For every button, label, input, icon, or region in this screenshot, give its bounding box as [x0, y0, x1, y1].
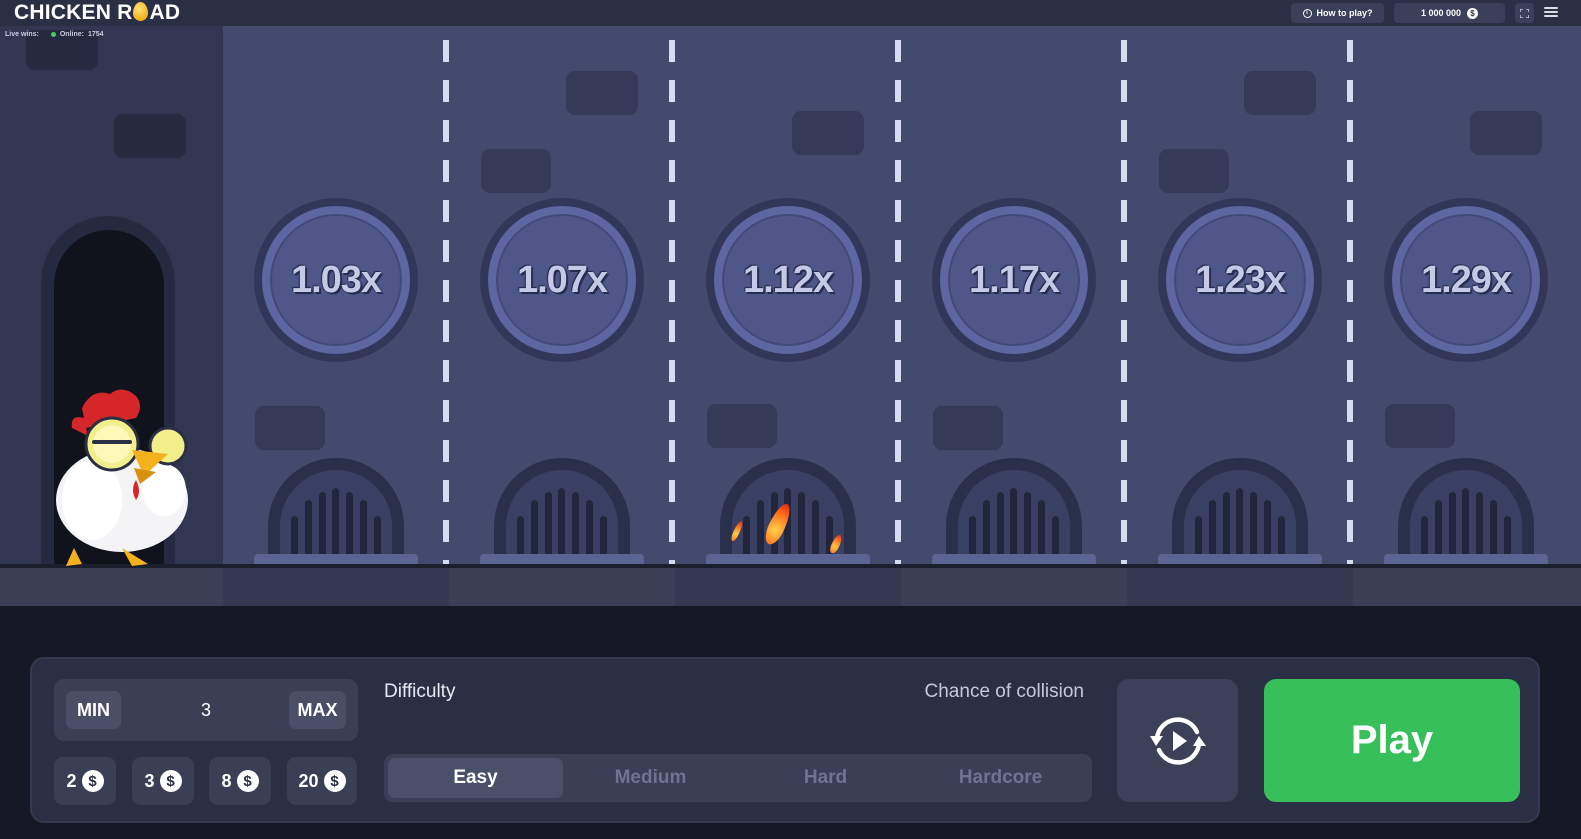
multiplier-ring: 1.29x [1392, 206, 1540, 354]
difficulty-selector: Easy Medium Hard Hardcore [384, 754, 1092, 802]
info-icon: i [1302, 8, 1312, 18]
how-to-play-button[interactable]: i How to play? [1291, 3, 1384, 23]
hamburger-menu-icon[interactable] [1544, 5, 1558, 19]
lane-divider [1121, 40, 1127, 564]
wall-brick [114, 114, 186, 158]
online-status-dot [50, 32, 56, 37]
difficulty-label: Difficulty [384, 681, 456, 702]
logo-text-right: AD [149, 1, 181, 24]
how-to-play-label: How to play? [1316, 8, 1373, 18]
multiplier-value: 1.07x [516, 258, 608, 301]
wall-brick [481, 149, 551, 193]
difficulty-tab-hard[interactable]: Hard [738, 758, 913, 798]
road-segment [675, 568, 901, 606]
chance-of-collision-label: Chance of collision [924, 681, 1084, 702]
difficulty-tab-easy[interactable]: Easy [388, 758, 563, 798]
play-button[interactable]: Play [1264, 679, 1520, 802]
wall-brick [1385, 404, 1455, 448]
logo-egg-icon [133, 2, 149, 21]
control-panel: MIN MAX 2 $ 3 $ 8 $ 20 $ Difficulty Chan… [30, 657, 1540, 823]
multiplier-ring: 1.23x [1166, 206, 1314, 354]
autoplay-button[interactable] [1117, 679, 1238, 802]
wall-brick [1244, 71, 1316, 115]
road [0, 564, 1581, 606]
multiplier-ring: 1.03x [262, 206, 410, 354]
lane-multiplier-3: 1.12x [706, 198, 870, 362]
quick-bet-3-button[interactable]: 3 $ [132, 757, 194, 805]
dollar-coin-icon: $ [236, 770, 259, 792]
difficulty-tab-hardcore[interactable]: Hardcore [913, 758, 1088, 798]
wall-brick [255, 406, 325, 450]
road-segment [223, 568, 449, 606]
multiplier-value: 1.12x [742, 258, 834, 301]
multiplier-value: 1.17x [968, 258, 1060, 301]
wall-brick [933, 406, 1003, 450]
min-bet-button[interactable]: MIN [66, 691, 121, 729]
quick-bet-2-button[interactable]: 2 $ [54, 757, 116, 805]
lane-multiplier-4: 1.17x [932, 198, 1096, 362]
wall-brick [1470, 111, 1542, 155]
lane-multiplier-6: 1.29x [1384, 198, 1548, 362]
quick-bet-amount: 3 [144, 770, 155, 791]
logo-text-left: CHICKEN R [14, 1, 133, 24]
game-logo: CHICKEN R AD [14, 1, 180, 25]
sewer-grate-4 [932, 458, 1096, 564]
lane-multiplier-5: 1.23x [1158, 198, 1322, 362]
lane-divider [1347, 40, 1353, 564]
lane-divider [443, 40, 449, 564]
balance-value: 1 000 000 [1420, 8, 1462, 18]
road-segment [1127, 568, 1353, 606]
chicken-character-icon [56, 389, 188, 566]
online-label: Online: [59, 31, 84, 38]
sewer-grate-6 [1384, 458, 1548, 564]
fullscreen-button[interactable] [1515, 3, 1534, 23]
quick-bet-amount: 2 [66, 770, 77, 791]
wall-brick [792, 111, 864, 155]
fullscreen-icon [1520, 8, 1529, 18]
wall-brick [707, 404, 777, 448]
live-wins-label: Live wins: [5, 31, 39, 38]
online-count: 1754 [87, 31, 104, 38]
lane-divider [669, 40, 675, 564]
quick-bet-amount: 8 [221, 770, 232, 791]
bet-amount-input[interactable] [184, 691, 228, 729]
multiplier-ring: 1.12x [714, 206, 862, 354]
live-stats-bar: Live wins: Online: 1754 [5, 31, 104, 38]
dollar-coin-icon: $ [323, 770, 346, 792]
multiplier-value: 1.23x [1194, 258, 1286, 301]
autoplay-refresh-icon [1149, 716, 1206, 765]
dollar-coin-icon: $ [81, 770, 104, 792]
max-bet-button[interactable]: MAX [289, 691, 346, 729]
quick-bet-8-button[interactable]: 8 $ [209, 757, 271, 805]
top-bar: CHICKEN R AD i How to play? 1 000 000 $ [0, 0, 1581, 26]
bet-amount-box: MIN MAX [54, 679, 358, 741]
quick-bet-amount: 20 [298, 770, 319, 791]
lane-divider [895, 40, 901, 564]
multiplier-value: 1.03x [290, 258, 382, 301]
balance-display: 1 000 000 $ [1394, 3, 1505, 23]
multiplier-value: 1.29x [1420, 258, 1512, 301]
sewer-grate-3 [706, 458, 870, 564]
dollar-coin-icon: $ [1467, 7, 1479, 19]
lane-multiplier-2: 1.07x [480, 198, 644, 362]
multiplier-ring: 1.17x [940, 206, 1088, 354]
difficulty-tab-medium[interactable]: Medium [563, 758, 738, 798]
lane-multiplier-1: 1.03x [254, 198, 418, 362]
sewer-grate-2 [480, 458, 644, 564]
multiplier-ring: 1.07x [488, 206, 636, 354]
sewer-grate-1 [254, 458, 418, 564]
wall-brick [566, 71, 638, 115]
dollar-coin-icon: $ [159, 770, 182, 792]
wall-brick [1159, 149, 1229, 193]
game-field: 1.03x 1.07x 1.12x 1.17x 1.23x 1.29x [0, 26, 1581, 564]
sewer-grate-5 [1158, 458, 1322, 564]
quick-bet-20-button[interactable]: 20 $ [287, 757, 357, 805]
